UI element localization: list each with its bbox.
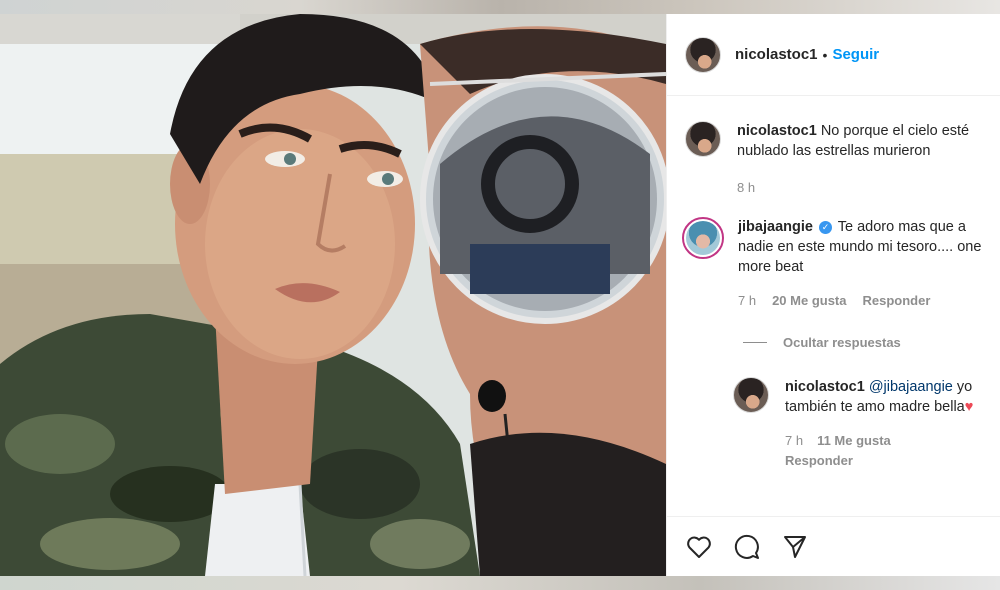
hide-replies-line <box>743 342 767 343</box>
caption-username[interactable]: nicolastoc1 <box>737 123 817 139</box>
comment-time[interactable]: 7 h <box>738 291 756 311</box>
post-header: nicolastoc1 • Seguir <box>667 14 1000 96</box>
reply-reply-button[interactable]: Responder <box>785 451 980 471</box>
heart-emoji-icon: ♥ <box>964 399 974 415</box>
commenter-avatar[interactable] <box>682 217 724 259</box>
author-avatar[interactable] <box>685 36 721 73</box>
commenter-username[interactable]: jibajaangie <box>738 219 813 235</box>
comment-icon[interactable] <box>733 533 761 561</box>
top-blur-strip <box>0 0 1000 14</box>
caption-item: nicolastoc1 No porque el cielo esté nubl… <box>685 121 990 198</box>
verified-badge-icon: ✓ <box>818 221 832 234</box>
reply-item: nicolastoc1 @jibajaangie yo también te a… <box>733 377 1000 471</box>
comment-likes[interactable]: 20 Me gusta <box>772 291 846 311</box>
separator-dot: • <box>822 46 828 63</box>
post-actions <box>667 516 1000 576</box>
caption-avatar[interactable] <box>685 121 721 157</box>
comment-item: jibajaangie ✓ Te adoro mas que a nadie e… <box>682 217 1000 311</box>
hide-replies-label: Ocultar respuestas <box>783 335 901 350</box>
reply-time[interactable]: 7 h <box>785 431 803 451</box>
author-username[interactable]: nicolastoc1 <box>735 46 818 63</box>
share-icon[interactable] <box>781 533 809 561</box>
comments-section[interactable]: nicolastoc1 No porque el cielo esté nubl… <box>667 97 1000 517</box>
heart-icon[interactable] <box>685 533 713 561</box>
post-photo <box>0 14 666 576</box>
post-sidebar: nicolastoc1 • Seguir nicolastoc1 No porq… <box>666 14 1000 576</box>
follow-button[interactable]: Seguir <box>832 46 879 63</box>
reply-likes[interactable]: 11 Me gusta <box>817 431 891 451</box>
hide-replies-toggle[interactable]: Ocultar respuestas <box>743 335 901 350</box>
caption-time[interactable]: 8 h <box>737 178 755 198</box>
reply-avatar[interactable] <box>733 377 769 413</box>
reply-username[interactable]: nicolastoc1 <box>785 379 865 395</box>
comment-reply-button[interactable]: Responder <box>863 291 931 311</box>
bottom-blur-strip <box>0 576 1000 590</box>
reply-mention[interactable]: @jibajaangie <box>869 379 953 395</box>
